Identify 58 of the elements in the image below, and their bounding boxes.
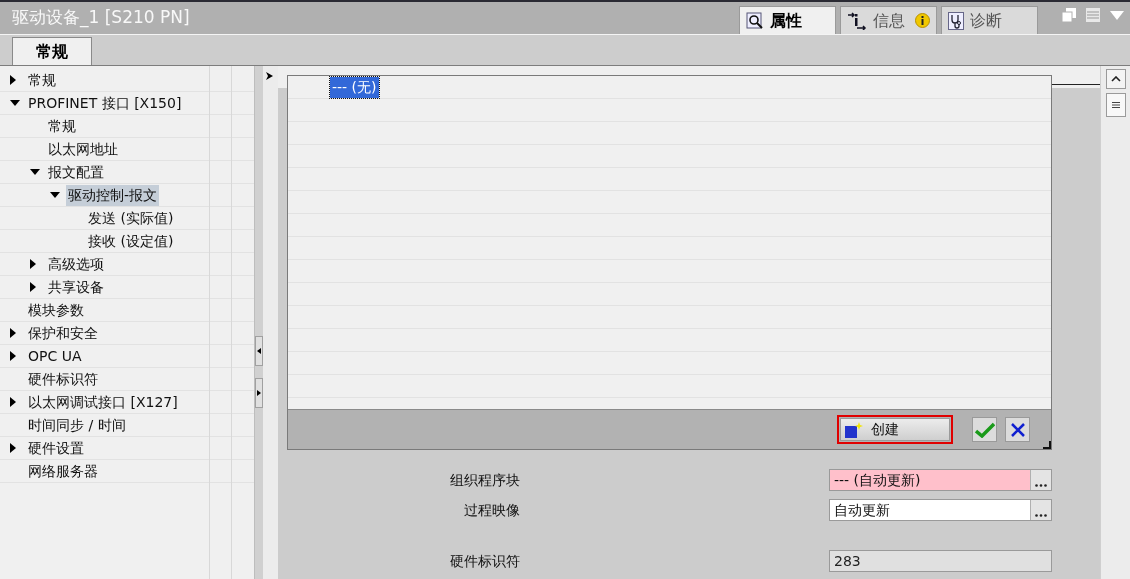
chevron-up-icon: [1110, 76, 1121, 82]
info-icon: [915, 13, 930, 28]
info-arrows-icon: [847, 11, 867, 30]
tree-item[interactable]: 高级选项: [46, 253, 106, 275]
section-tab[interactable]: 常规: [12, 37, 92, 65]
expanded-arrow-icon[interactable]: [50, 192, 60, 198]
collapsed-arrow-icon[interactable]: [10, 443, 16, 453]
field-label: 硬件标识符: [449, 551, 520, 571]
close-icon: [1009, 421, 1026, 438]
magnifier-page-icon: [746, 11, 764, 30]
collapsed-arrow-icon[interactable]: [30, 259, 36, 269]
scroll-up-button[interactable]: [1105, 69, 1126, 89]
expanded-arrow-icon[interactable]: [10, 100, 20, 106]
expand-right-button[interactable]: [255, 378, 263, 408]
collapsed-arrow-icon[interactable]: [10, 75, 16, 85]
check-icon: [974, 421, 995, 438]
tree-item[interactable]: 以太网调试接口 [X127]: [26, 391, 180, 413]
tree-item[interactable]: 时间同步 / 时间: [26, 414, 128, 436]
tree-item[interactable]: 常规: [26, 69, 58, 91]
tree-item[interactable]: 常规: [46, 115, 78, 137]
window-title: 驱动设备_1 [S210 PN]: [12, 6, 190, 30]
grip-lines-icon: [1111, 102, 1120, 108]
tree-item[interactable]: 硬件标识符: [26, 368, 100, 390]
collapsed-arrow-icon[interactable]: [10, 351, 16, 361]
tree-item[interactable]: 接收 (设定值): [86, 230, 176, 252]
inspector-tab[interactable]: 诊断: [941, 6, 1038, 34]
cancel-button[interactable]: [1005, 417, 1030, 442]
tree-item[interactable]: 模块参数: [26, 299, 86, 321]
tree-item[interactable]: 硬件设置: [26, 437, 86, 459]
confirm-button[interactable]: [972, 417, 997, 442]
field-label: 组织程序块: [449, 470, 520, 490]
collapse-left-button[interactable]: [255, 336, 263, 366]
new-item-icon: [845, 421, 863, 438]
left-arrow-icon: [257, 348, 261, 354]
tree-item[interactable]: 发送 (实际值): [86, 207, 176, 229]
tree-item[interactable]: OPC UA: [26, 345, 84, 367]
create-button[interactable]: 创建: [840, 418, 950, 441]
tree-item[interactable]: 驱动控制-报文: [66, 184, 160, 206]
tree-item[interactable]: 保护和安全: [26, 322, 100, 344]
expanded-arrow-icon[interactable]: [30, 169, 40, 175]
tree-item[interactable]: PROFINET 接口 [X150]: [26, 92, 184, 114]
collapsed-arrow-icon[interactable]: [30, 282, 36, 292]
tree-item[interactable]: 以太网地址: [46, 138, 120, 160]
resize-grip-icon: [1043, 441, 1051, 449]
tree-item[interactable]: 共享设备: [46, 276, 106, 298]
inspector-tab[interactable]: 信息: [840, 6, 937, 34]
collapsed-arrow-icon[interactable]: [10, 397, 16, 407]
tree-item[interactable]: 网络服务器: [26, 460, 100, 482]
readonly-field[interactable]: 283: [829, 550, 1052, 572]
scroll-thumb[interactable]: [1105, 93, 1126, 117]
chevron-right-icon: [266, 72, 273, 80]
inspector-tab[interactable]: 属性: [739, 6, 836, 34]
field-label: 过程映像: [463, 500, 520, 520]
stethoscope-icon: [948, 11, 964, 30]
dropdown-item[interactable]: --- (无): [330, 77, 379, 98]
tree-item[interactable]: 报文配置: [46, 161, 106, 183]
collapsed-arrow-icon[interactable]: [10, 328, 16, 338]
right-arrow-icon: [257, 390, 261, 396]
